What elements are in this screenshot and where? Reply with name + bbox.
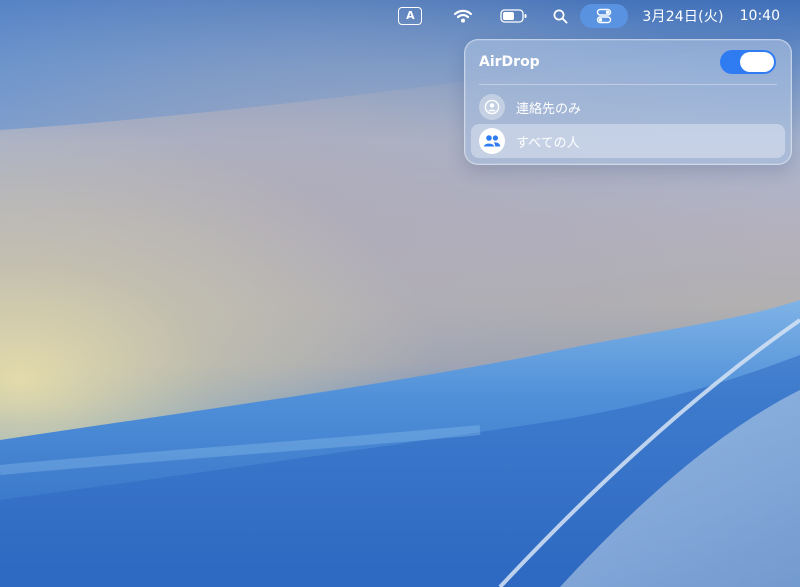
wifi-icon[interactable] — [452, 4, 474, 28]
airdrop-toggle[interactable] — [720, 50, 776, 74]
option-contacts-only[interactable]: 連絡先のみ — [471, 90, 785, 124]
battery-icon[interactable] — [500, 4, 528, 28]
people-icon — [479, 128, 505, 154]
option-everyone[interactable]: すべての人 — [471, 124, 785, 158]
person-circle-icon — [479, 94, 505, 120]
menubar-time[interactable]: 10:40 — [740, 4, 780, 28]
divider — [479, 84, 777, 85]
control-center-icon — [597, 8, 612, 24]
input-source-menu[interactable]: A — [398, 4, 446, 28]
toggle-knob — [740, 52, 774, 72]
airdrop-title: AirDrop — [479, 54, 540, 70]
control-center-button[interactable] — [580, 4, 629, 28]
menu-bar: A 3月24日(火) 10:40 — [0, 0, 800, 32]
airdrop-panel: AirDrop 連絡先のみ すべての人 — [464, 39, 792, 165]
input-source-icon: A — [398, 7, 423, 25]
desktop: A 3月24日(火) 10:40 AirDrop 連絡先のみ すべての人 — [0, 0, 800, 587]
option-label: 連絡先のみ — [516, 101, 582, 117]
spotlight-search-icon[interactable] — [552, 4, 568, 28]
menubar-date[interactable]: 3月24日(火) — [642, 4, 723, 28]
option-label: すべての人 — [516, 135, 580, 151]
